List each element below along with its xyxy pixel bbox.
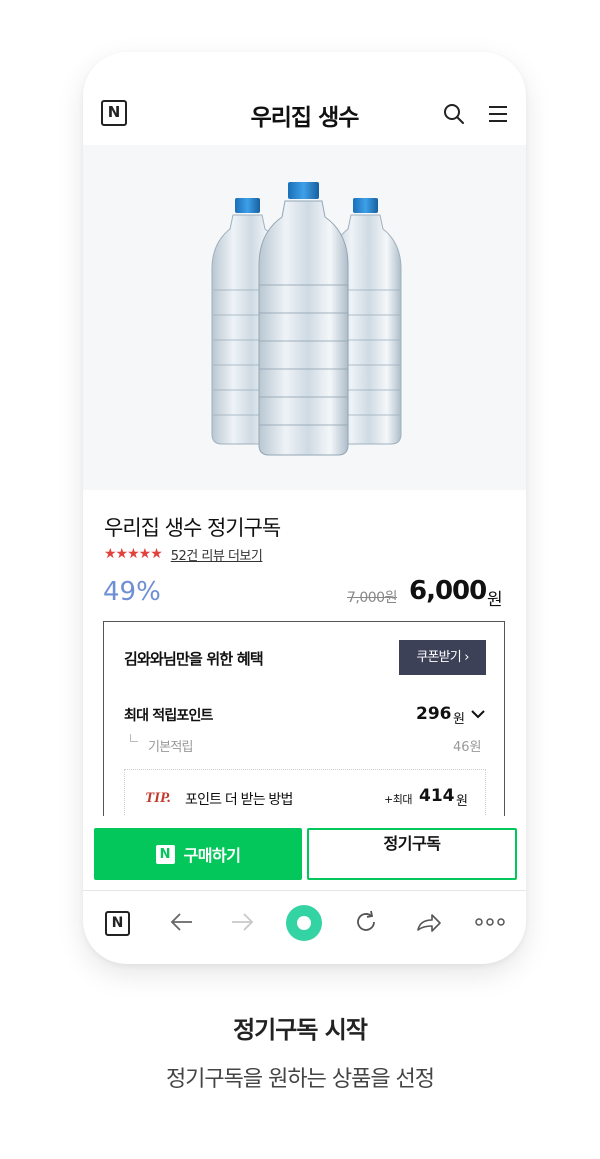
review-link[interactable]: 52건 리뷰 더보기 — [171, 545, 263, 564]
tip-max-value: 414 — [419, 786, 455, 806]
share-icon[interactable] — [415, 909, 443, 935]
benefit-title: 김와와님만을 위한 혜택 — [124, 650, 264, 668]
sale-price: 6,000 — [409, 576, 487, 606]
tip-max-label: +최대 — [384, 793, 412, 806]
basic-points-value: 46원 — [453, 740, 482, 755]
max-points-label: 최대 적립포인트 — [124, 708, 213, 724]
action-bar: N 구매하기 정기구독 — [83, 816, 526, 890]
more-icon[interactable] — [474, 909, 506, 935]
forward-arrow-icon[interactable] — [229, 909, 255, 935]
original-price: 7,000원 — [347, 590, 397, 606]
coupon-button[interactable]: 쿠폰받기 › — [399, 640, 486, 675]
naver-home-icon[interactable]: N — [105, 911, 130, 936]
tip-text: 포인트 더 받는 방법 — [185, 792, 293, 808]
product-title: 우리집 생수 정기구독 — [104, 516, 281, 540]
discount-rate: 49% — [103, 577, 161, 607]
search-icon[interactable] — [442, 102, 466, 126]
basic-points-label: 기본적립 — [148, 740, 193, 755]
naver-pay-icon: N — [155, 844, 175, 864]
tip-label: TIP. — [145, 790, 171, 806]
back-arrow-icon[interactable] — [169, 909, 195, 935]
tip-unit: 원 — [456, 794, 468, 809]
hamburger-menu-icon[interactable] — [486, 102, 510, 126]
home-circle-icon[interactable] — [286, 905, 322, 941]
caption-title: 정기구독 시작 — [233, 1016, 368, 1044]
rating-stars-icon: ★★★★★ — [104, 546, 163, 562]
caption-subtitle: 정기구독을 원하는 상품을 선정 — [165, 1067, 435, 1092]
sub-item-indicator — [130, 734, 138, 742]
phone-frame: N 우리집 생수 우리집 생수 정기구독 ★★★★★ 52건 리뷰 더보기 49… — [83, 52, 526, 964]
rating-row: ★★★★★ 52건 리뷰 더보기 — [104, 545, 263, 564]
product-image — [83, 145, 526, 490]
buy-button[interactable]: N 구매하기 — [94, 828, 302, 880]
app-header: N 우리집 생수 — [83, 90, 526, 138]
price-unit: 원 — [487, 590, 503, 610]
subscribe-button[interactable]: 정기구독 — [307, 828, 517, 880]
refresh-icon[interactable] — [353, 909, 379, 935]
points-unit: 원 — [453, 712, 465, 727]
max-points-value: 296 — [416, 704, 452, 724]
chevron-down-icon[interactable] — [470, 708, 486, 720]
buy-button-label: 구매하기 — [183, 846, 241, 865]
browser-toolbar: N — [83, 890, 526, 954]
